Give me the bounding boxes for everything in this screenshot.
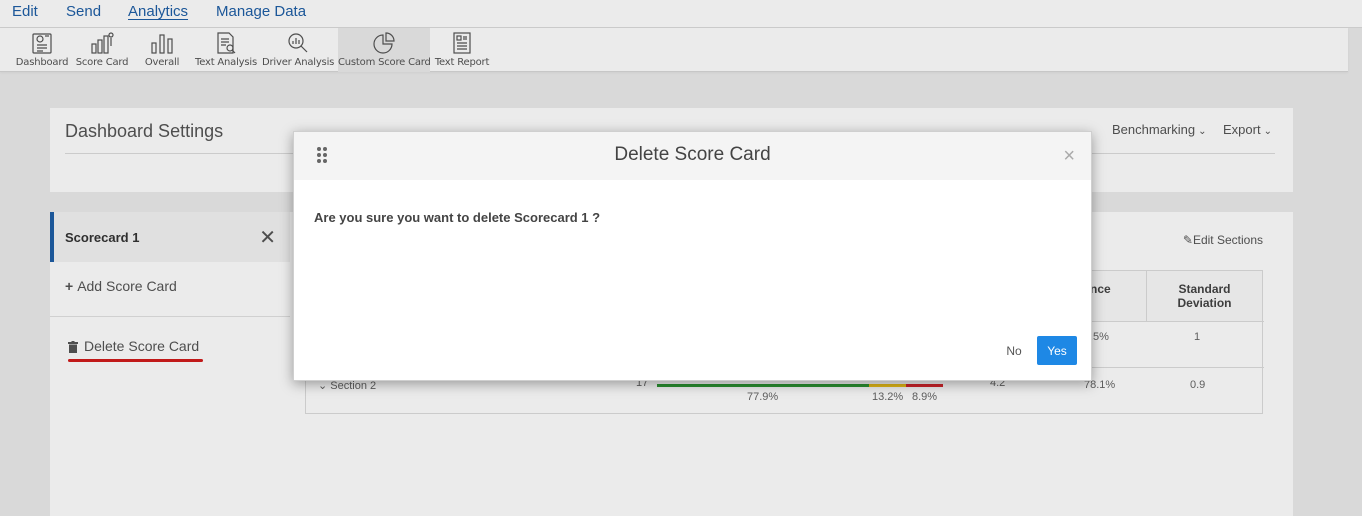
dialog-header[interactable]: Delete Score Card × bbox=[294, 132, 1091, 180]
dialog-message: Are you sure you want to delete Scorecar… bbox=[314, 210, 601, 225]
no-button[interactable]: No bbox=[1000, 337, 1028, 365]
dialog-title: Delete Score Card bbox=[614, 144, 771, 165]
close-icon[interactable]: × bbox=[1063, 145, 1075, 168]
yes-button[interactable]: Yes bbox=[1037, 336, 1077, 365]
delete-score-card-dialog: Delete Score Card × Are you sure you wan… bbox=[293, 131, 1092, 381]
